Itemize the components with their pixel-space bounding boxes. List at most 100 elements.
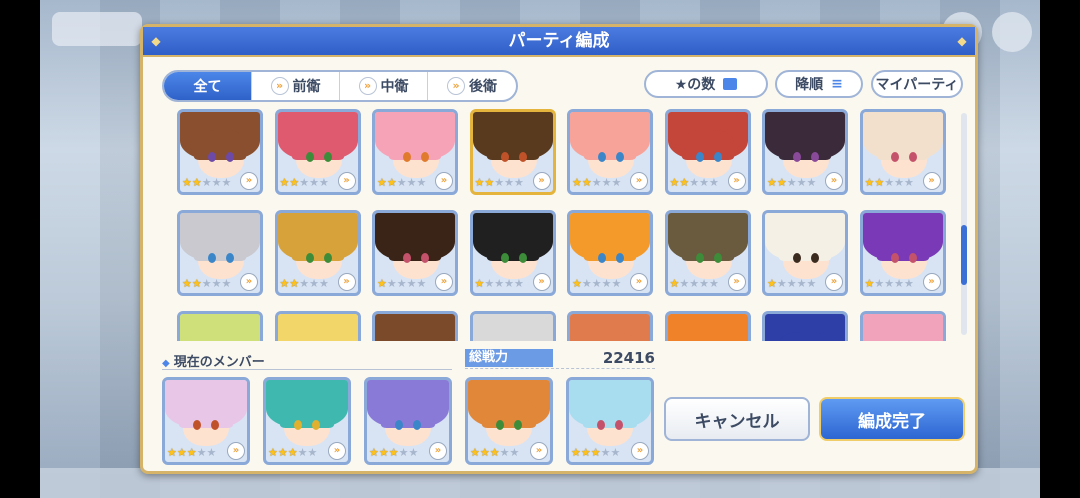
member-card[interactable]: ★ ★ ★ ★ ★» bbox=[263, 377, 351, 465]
tab-back[interactable]: » 後衛 bbox=[428, 72, 516, 100]
star-icon: ★ bbox=[378, 446, 389, 459]
star-icon: ★ bbox=[689, 176, 700, 189]
character-card[interactable]: ★★★★★» bbox=[274, 311, 361, 341]
star-rating: ★ ★ ★ ★ ★ bbox=[670, 277, 719, 291]
character-card[interactable]: ★★★★★» bbox=[177, 210, 263, 296]
star-icon: ★ bbox=[406, 176, 417, 189]
character-card[interactable]: ★★★★★» bbox=[664, 210, 751, 296]
star-icon: ★ bbox=[796, 176, 807, 189]
star-icon: ★ bbox=[786, 176, 797, 189]
character-card[interactable]: ★★★★★» bbox=[469, 210, 556, 296]
roster-scrollbar[interactable] bbox=[961, 113, 967, 335]
tab-all[interactable]: 全て bbox=[164, 72, 252, 100]
member-card[interactable]: ★ ★ ★ ★ ★» bbox=[364, 377, 452, 465]
position-icon: » bbox=[825, 273, 843, 291]
back-button[interactable] bbox=[52, 12, 142, 46]
character-card[interactable]: ★★★★★» bbox=[762, 311, 848, 341]
position-icon: » bbox=[825, 172, 843, 190]
member-card[interactable]: ★ ★ ★ ★ ★» bbox=[566, 377, 654, 465]
total-power-value: 22416 bbox=[602, 349, 655, 367]
star-icon: ★ bbox=[196, 446, 207, 459]
star-icon: ★ bbox=[484, 277, 495, 290]
star-icon: ★ bbox=[406, 277, 417, 290]
tab-middle[interactable]: » 中衛 bbox=[340, 72, 428, 100]
member-card[interactable]: ★ ★ ★ ★ ★» bbox=[465, 377, 553, 465]
position-icon: » bbox=[240, 172, 258, 190]
star-icon: ★ bbox=[309, 277, 319, 290]
star-icon: ★ bbox=[369, 446, 379, 459]
sort-order-button[interactable]: 降順 ≡ bbox=[775, 70, 863, 98]
star-rating: ★ ★ ★ ★ ★ bbox=[377, 277, 426, 291]
position-icon: » bbox=[337, 172, 356, 190]
character-card[interactable]: ★★★★★» bbox=[372, 109, 458, 195]
character-card[interactable]: ★★★★★» bbox=[567, 210, 653, 296]
star-icon: ★ bbox=[474, 277, 485, 290]
star-icon: ★ bbox=[499, 446, 510, 459]
character-card[interactable]: ★★★★★» bbox=[859, 210, 946, 296]
position-icon: » bbox=[435, 273, 453, 291]
member-card[interactable]: ★ ★ ★ ★ ★» bbox=[162, 377, 250, 465]
character-card[interactable]: ★★★★★» bbox=[567, 109, 653, 195]
cancel-button[interactable]: キャンセル bbox=[664, 397, 810, 441]
sort-lines-icon: ≡ bbox=[831, 76, 843, 92]
position-icon: » bbox=[530, 442, 548, 460]
character-card[interactable]: ★★★★★» bbox=[664, 109, 751, 195]
star-icon: ★ bbox=[206, 446, 217, 459]
party-edit-dialog: ◆ パーティ編成 ◆ 全て » 前衛 » 中衛 » 後衛 ★の数 降順 ≡ マイ… bbox=[140, 24, 978, 474]
character-card[interactable]: ★★★★★ » bbox=[274, 109, 361, 195]
ornament-icon: ◆ bbox=[151, 34, 161, 48]
character-card[interactable]: ★★★★★» bbox=[177, 311, 263, 341]
star-icon: ★ bbox=[767, 277, 777, 290]
star-icon: ★ bbox=[806, 277, 817, 290]
my-party-button[interactable]: マイパーティ bbox=[871, 70, 963, 98]
star-icon: ★ bbox=[669, 277, 680, 290]
character-card[interactable]: ★★★★★» bbox=[762, 109, 848, 195]
character-card[interactable]: ★★★★★» bbox=[567, 311, 653, 341]
position-icon: » bbox=[429, 442, 447, 460]
star-icon: ★ bbox=[514, 277, 524, 290]
star-icon: ★ bbox=[581, 176, 592, 189]
character-card[interactable]: ★★★★★» bbox=[372, 210, 458, 296]
star-icon: ★ bbox=[864, 176, 875, 189]
confirm-party-button[interactable]: 編成完了 bbox=[819, 397, 965, 441]
shop-icon[interactable] bbox=[992, 12, 1032, 52]
star-icon: ★ bbox=[377, 277, 387, 290]
star-rating: ★ ★ ★ ★ ★ bbox=[280, 176, 329, 190]
character-portrait bbox=[375, 314, 455, 341]
star-icon: ★ bbox=[201, 176, 212, 189]
character-card[interactable]: ★★★★★» bbox=[274, 210, 361, 296]
sort-key-button[interactable]: ★の数 bbox=[644, 70, 768, 98]
star-rating: ★ ★ ★ ★ ★ bbox=[475, 277, 524, 291]
my-party-label: マイパーティ bbox=[875, 77, 959, 93]
character-card[interactable]: ★★★★★» bbox=[469, 311, 556, 341]
character-card[interactable]: ★★★★★» bbox=[664, 311, 751, 341]
character-card[interactable]: ★★★★★» bbox=[469, 109, 556, 195]
star-icon: ★ bbox=[509, 446, 520, 459]
roster-grid: ★ ★ ★ ★ ★» ★ ★ ★ ★ ★» ★ ★ ★ ★ ★» ★ ★ ★ ★ ★» ★ ★ ★ ★ ★» ★ ★ ★ ★ ★» ★ ★ ★ ★… bbox=[159, 107, 967, 341]
star-icon: ★ bbox=[514, 176, 524, 189]
star-icon: ★ bbox=[767, 176, 777, 189]
member-section-label: ◆ 現在のメンバー bbox=[162, 351, 265, 370]
character-portrait bbox=[277, 314, 358, 341]
tab-front[interactable]: » 前衛 bbox=[252, 72, 340, 100]
star-icon: ★ bbox=[186, 446, 197, 459]
star-icon: ★ bbox=[572, 176, 582, 189]
character-card[interactable]: ★★★★★» bbox=[762, 210, 848, 296]
character-card[interactable]: ★★★★★» bbox=[177, 109, 263, 195]
star-icon: ★ bbox=[191, 277, 202, 290]
position-icon: » bbox=[630, 273, 648, 291]
position-icon: » bbox=[435, 172, 453, 190]
scrollbar-thumb[interactable] bbox=[961, 225, 967, 285]
character-card[interactable]: ★★★★★» bbox=[372, 311, 458, 341]
star-icon: ★ bbox=[796, 277, 807, 290]
star-icon: ★ bbox=[894, 176, 904, 189]
star-icon: ★ bbox=[307, 446, 318, 459]
sort-key-label: ★の数 bbox=[674, 77, 716, 93]
tab-label: 後衛 bbox=[469, 79, 497, 95]
star-icon: ★ bbox=[279, 277, 290, 290]
star-icon: ★ bbox=[581, 277, 592, 290]
star-icon: ★ bbox=[571, 446, 581, 459]
character-card[interactable]: ★★★★★» bbox=[859, 311, 946, 341]
character-card[interactable]: ★★★★★» bbox=[859, 109, 946, 195]
star-icon: ★ bbox=[776, 176, 787, 189]
